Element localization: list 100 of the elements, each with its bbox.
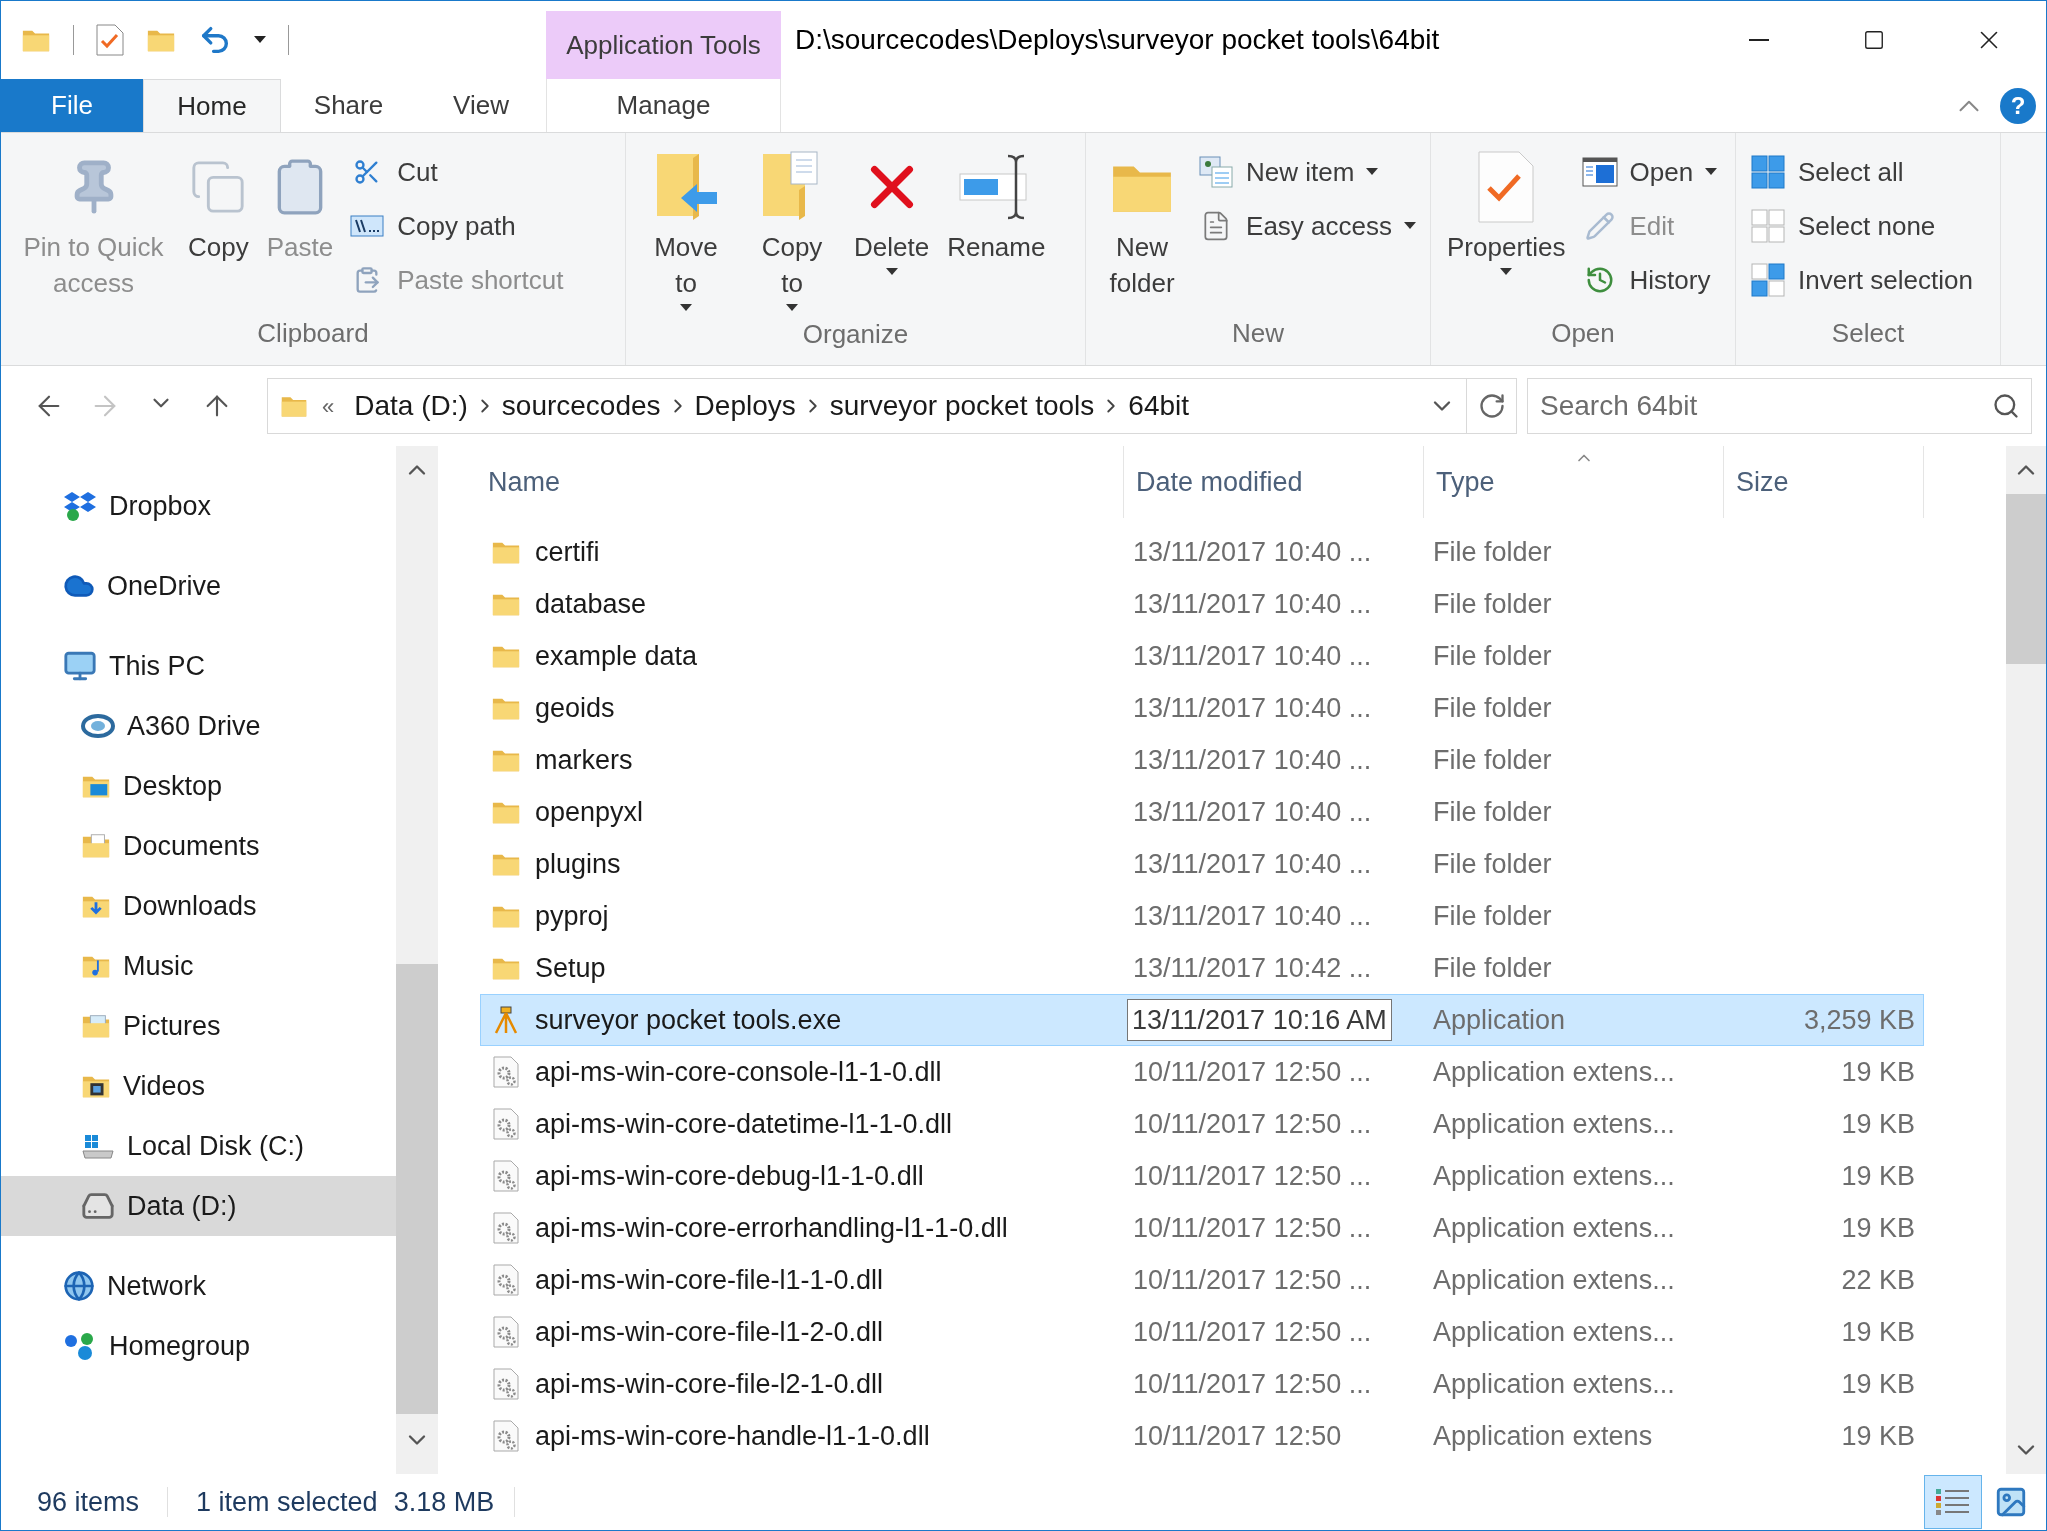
ribbon-button[interactable]: Copy bbox=[182, 145, 255, 265]
navigation-item[interactable]: Videos bbox=[1, 1056, 396, 1116]
breadcrumb[interactable]: Data (D:) bbox=[348, 385, 474, 427]
file-row[interactable]: api-ms-win-core-errorhandling-l1-1-0.dll 10/11/2017 12:50 ... Application extens... 19 KB bbox=[480, 1202, 1924, 1254]
file-row[interactable]: api-ms-win-core-file-l1-2-0.dll 10/11/2017 12:50 ... Application extens... 19 KB bbox=[480, 1306, 1924, 1358]
navigation-item[interactable]: Data (D:) bbox=[1, 1176, 396, 1236]
overflow-chevrons[interactable]: « bbox=[308, 389, 349, 423]
ribbon-button[interactable]: Properties bbox=[1441, 145, 1572, 279]
file-row[interactable]: database 13/11/2017 10:40 ... File folder bbox=[480, 578, 1924, 630]
scrollbar[interactable] bbox=[396, 446, 438, 1474]
file-row[interactable]: api-ms-win-core-debug-l1-1-0.dll 10/11/2017 12:50 ... Application extens... 19 KB bbox=[480, 1150, 1924, 1202]
ribbon-tab[interactable]: View bbox=[416, 79, 546, 132]
maximize-icon bbox=[1862, 29, 1885, 51]
navigation-item[interactable]: Downloads bbox=[1, 876, 396, 936]
caret-icon bbox=[1404, 222, 1416, 230]
ribbon-button[interactable]: Easy access bbox=[1194, 199, 1420, 253]
details-list-icon bbox=[1935, 1487, 1971, 1517]
ribbon-button[interactable]: Copy path bbox=[345, 199, 568, 253]
file-row[interactable]: markers 13/11/2017 10:40 ... File folder bbox=[480, 734, 1924, 786]
file-name: surveyor pocket tools.exe bbox=[535, 1003, 842, 1037]
file-row[interactable]: openpyxl 13/11/2017 10:40 ... File folder bbox=[480, 786, 1924, 838]
file-row[interactable]: api-ms-win-core-file-l1-1-0.dll 10/11/2017 12:50 ... Application extens... 22 KB bbox=[480, 1254, 1924, 1306]
navigation-item[interactable]: Local Disk (C:) bbox=[1, 1116, 396, 1176]
breadcrumb[interactable]: 64bit bbox=[1122, 385, 1196, 427]
contextual-tab-header: Application Tools bbox=[546, 11, 781, 79]
file-type: Application extens... bbox=[1432, 1159, 1676, 1193]
file-row[interactable]: api-ms-win-core-handle-l1-1-0.dll 10/11/2017 12:50 Application extens 19 KB bbox=[480, 1410, 1924, 1462]
path-icon bbox=[350, 215, 385, 237]
breadcrumb[interactable]: Deploys bbox=[688, 385, 802, 427]
file-row[interactable]: example data 13/11/2017 10:40 ... File folder bbox=[480, 630, 1924, 682]
item-count: 96 items bbox=[36, 1485, 141, 1519]
group-label: Open bbox=[1551, 317, 1615, 350]
grid-filled-icon bbox=[1751, 155, 1785, 189]
navigation-item[interactable]: Network bbox=[1, 1256, 396, 1316]
ribbon-button[interactable]: Delete bbox=[848, 145, 936, 279]
ribbon-tab[interactable]: Manage bbox=[546, 79, 781, 132]
scroll-thumb[interactable] bbox=[2006, 494, 2046, 664]
edit-icon bbox=[1584, 211, 1615, 241]
ribbon-button[interactable]: Rename bbox=[941, 145, 1052, 265]
breadcrumb[interactable]: sourcecodes bbox=[495, 385, 667, 427]
file-row[interactable]: plugins 13/11/2017 10:40 ... File folder bbox=[480, 838, 1924, 890]
selection-info: 1 item selected bbox=[195, 1485, 378, 1519]
ribbon-button[interactable]: Open bbox=[1577, 145, 1722, 199]
file-row[interactable]: Setup 13/11/2017 10:42 ... File folder bbox=[480, 942, 1924, 994]
file-row[interactable]: surveyor pocket tools.exe 13/11/2017 10:16 AM Application 3,259 KB bbox=[480, 994, 1924, 1046]
column-header[interactable]: Type bbox=[1424, 446, 1724, 518]
ribbon-tab[interactable]: Home bbox=[143, 79, 281, 132]
file-type: Application extens... bbox=[1432, 1211, 1676, 1245]
refresh-icon[interactable] bbox=[1477, 392, 1506, 420]
file-type: File folder bbox=[1432, 743, 1553, 777]
ribbon-button[interactable]: New folder bbox=[1096, 145, 1189, 301]
file-type: Application extens bbox=[1432, 1419, 1654, 1453]
details-view-button[interactable] bbox=[1924, 1475, 1982, 1529]
scroll-thumb[interactable] bbox=[396, 964, 438, 1414]
file-row[interactable]: certifi 13/11/2017 10:40 ... File folder bbox=[480, 526, 1924, 578]
file-type: Application extens... bbox=[1432, 1055, 1676, 1089]
navigation-item[interactable]: OneDrive bbox=[1, 556, 396, 616]
navigation-item[interactable]: Desktop bbox=[1, 756, 396, 816]
navigation-item[interactable]: Pictures bbox=[1, 996, 396, 1056]
search-field[interactable]: Search 64bit bbox=[1527, 378, 2032, 434]
column-header[interactable]: Name bbox=[480, 446, 1124, 518]
ribbon-tab[interactable]: Share bbox=[281, 79, 416, 132]
file-row[interactable]: pyproj 13/11/2017 10:40 ... File folder bbox=[480, 890, 1924, 942]
ribbon-button[interactable]: Copy to bbox=[742, 145, 842, 315]
file-row[interactable]: api-ms-win-core-console-l1-1-0.dll 10/11/2017 12:50 ... Application extens... 19 KB bbox=[480, 1046, 1924, 1098]
checklist-icon[interactable] bbox=[96, 24, 124, 56]
address-bar[interactable]: « Data (D:) sourcecodes Deploys surveyor pocket tools 64bit bbox=[267, 378, 1517, 434]
ribbon-button[interactable]: Move to bbox=[636, 145, 736, 315]
ribbon-button[interactable]: Invert selection bbox=[1746, 253, 1977, 307]
breadcrumb[interactable]: surveyor pocket tools bbox=[823, 385, 1101, 427]
ribbon-button[interactable]: Select all bbox=[1746, 145, 1977, 199]
column-header[interactable]: Date modified bbox=[1124, 446, 1424, 518]
navigation-item[interactable]: This PC bbox=[1, 636, 396, 696]
navigation-item[interactable]: Documents bbox=[1, 816, 396, 876]
ribbon-button[interactable]: Select none bbox=[1746, 199, 1977, 253]
file-tab[interactable]: File bbox=[1, 79, 143, 132]
group-label: Organize bbox=[802, 318, 909, 351]
file-type: File folder bbox=[1432, 899, 1553, 933]
ribbon-button[interactable]: Cut bbox=[345, 145, 568, 199]
ribbon-button[interactable]: History bbox=[1577, 253, 1722, 307]
file-size: 19 KB bbox=[1840, 1315, 1915, 1349]
caret-icon bbox=[254, 36, 266, 44]
column-header[interactable]: Size bbox=[1724, 446, 1924, 518]
navigation-item[interactable]: A360 Drive bbox=[1, 696, 396, 756]
file-name: api-ms-win-core-file-l2-1-0.dll bbox=[535, 1367, 884, 1401]
ribbon-button[interactable]: New item bbox=[1194, 145, 1420, 199]
scrollbar[interactable] bbox=[2006, 446, 2046, 1474]
navigation-item[interactable]: Music bbox=[1, 936, 396, 996]
file-name: markers bbox=[535, 743, 633, 777]
window-title: D:\sourcecodes\Deploys\surveyor pocket tools\64bit bbox=[794, 23, 1441, 57]
help-button[interactable]: ? bbox=[2000, 87, 2036, 124]
file-row[interactable]: geoids 13/11/2017 10:40 ... File folder bbox=[480, 682, 1924, 734]
new-item-icon bbox=[1198, 155, 1235, 189]
file-size: 19 KB bbox=[1840, 1211, 1915, 1245]
navigation-item[interactable]: Dropbox bbox=[1, 476, 396, 536]
file-row[interactable]: api-ms-win-core-file-l2-1-0.dll 10/11/2017 12:50 ... Application extens... 19 KB bbox=[480, 1358, 1924, 1410]
file-row[interactable]: api-ms-win-core-datetime-l1-1-0.dll 10/11/2017 12:50 ... Application extens... 19 KB bbox=[480, 1098, 1924, 1150]
file-name: Setup bbox=[535, 951, 606, 985]
search-icon[interactable] bbox=[1992, 392, 2020, 420]
navigation-item[interactable]: Homegroup bbox=[1, 1316, 396, 1376]
